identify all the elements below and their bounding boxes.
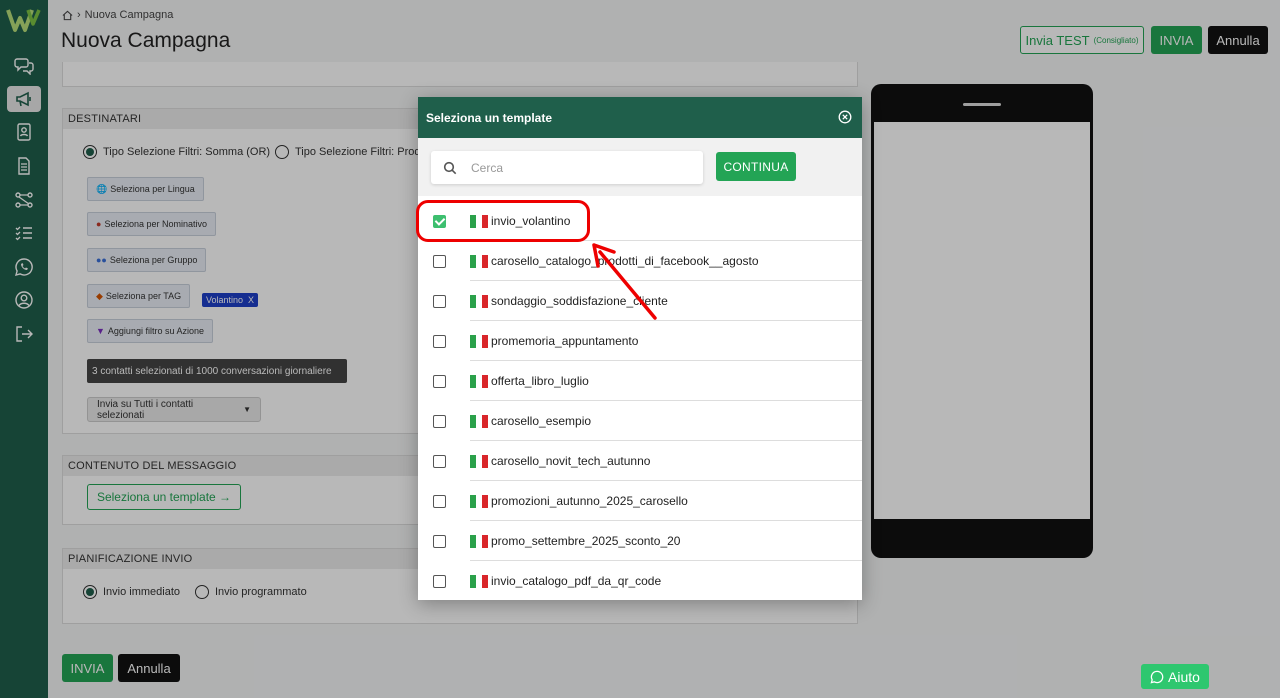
- template-row[interactable]: promozioni_autunno_2025_carosello: [418, 481, 862, 521]
- template-checkbox[interactable]: [433, 334, 446, 348]
- template-row[interactable]: offerta_libro_luglio: [418, 361, 862, 401]
- italy-flag-icon: [470, 494, 488, 508]
- template-row[interactable]: promemoria_appuntamento: [418, 321, 862, 361]
- template-row[interactable]: carosello_catalogo_prodotti_di_facebook_…: [418, 241, 862, 281]
- template-name: offerta_libro_luglio: [491, 374, 589, 388]
- italy-flag-icon: [470, 254, 488, 268]
- template-name: sondaggio_soddisfazione_cliente: [491, 294, 668, 308]
- search-zone: CONTINUA: [418, 138, 862, 196]
- whatsapp-icon: [1150, 670, 1164, 683]
- italy-flag-icon: [470, 334, 488, 348]
- search-icon: [443, 161, 457, 174]
- help-label: Aiuto: [1168, 668, 1200, 685]
- template-selection-modal: Seleziona un template CONTINUA invio_vol…: [418, 97, 862, 600]
- template-checkbox[interactable]: [433, 574, 446, 588]
- template-name: carosello_catalogo_prodotti_di_facebook_…: [491, 254, 759, 268]
- italy-flag-icon: [470, 374, 488, 388]
- template-checkbox[interactable]: [433, 414, 446, 428]
- italy-flag-icon: [470, 574, 488, 588]
- italy-flag-icon: [470, 294, 488, 308]
- italy-flag-icon: [470, 414, 488, 428]
- template-checkbox[interactable]: [433, 494, 446, 508]
- italy-flag-icon: [470, 534, 488, 548]
- template-name: promozioni_autunno_2025_carosello: [491, 494, 688, 508]
- template-name: carosello_novit_tech_autunno: [491, 454, 651, 468]
- template-row[interactable]: promo_settembre_2025_sconto_20: [418, 521, 862, 561]
- modal-title: Seleziona un template: [426, 110, 553, 125]
- italy-flag-icon: [470, 454, 488, 468]
- template-checkbox[interactable]: [433, 534, 446, 548]
- template-row[interactable]: carosello_novit_tech_autunno: [418, 441, 862, 481]
- annotation-highlight-box: [416, 200, 590, 242]
- template-name: promo_settembre_2025_sconto_20: [491, 534, 681, 548]
- template-row[interactable]: sondaggio_soddisfazione_cliente: [418, 281, 862, 321]
- modal-header: Seleziona un template: [418, 97, 862, 138]
- template-row[interactable]: carosello_esempio: [418, 401, 862, 441]
- template-list: invio_volantino carosello_catalogo_prodot…: [418, 201, 862, 600]
- template-checkbox[interactable]: [433, 254, 446, 268]
- template-checkbox[interactable]: [433, 454, 446, 468]
- template-name: carosello_esempio: [491, 414, 592, 428]
- template-name: promemoria_appuntamento: [491, 334, 639, 348]
- template-name: invio_catalogo_pdf_da_qr_code: [491, 574, 662, 588]
- search-box: [431, 151, 703, 184]
- close-icon[interactable]: [838, 110, 852, 124]
- template-row[interactable]: invio_catalogo_pdf_da_qr_code: [418, 561, 862, 600]
- search-input[interactable]: [471, 160, 671, 175]
- continue-button[interactable]: CONTINUA: [716, 152, 796, 181]
- template-checkbox[interactable]: [433, 374, 446, 388]
- help-button[interactable]: Aiuto: [1141, 664, 1209, 689]
- template-checkbox[interactable]: [433, 294, 446, 308]
